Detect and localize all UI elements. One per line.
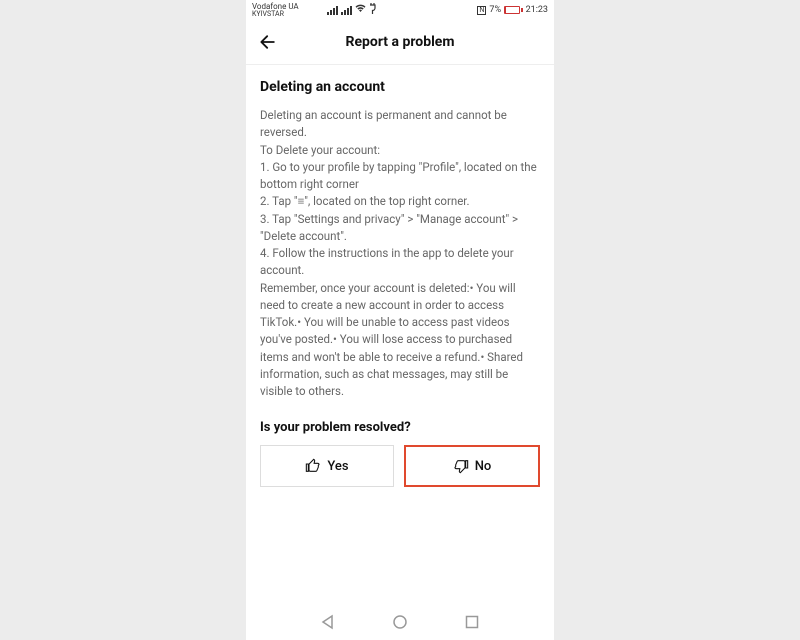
signal-icon-2 (341, 6, 352, 15)
thumbs-down-icon (453, 458, 469, 474)
resolved-question: Is your problem resolved? (260, 420, 540, 435)
page-title: Report a problem (256, 34, 544, 50)
status-carriers: Vodafone UA KYIVSTAR (252, 3, 299, 18)
carrier-2: KYIVSTAR (252, 11, 299, 18)
wifi-icon (355, 4, 366, 16)
phone-frame: Vodafone UA KYIVSTAR N 7% 21:23 (246, 0, 554, 640)
nav-back-icon[interactable] (320, 614, 336, 630)
yes-button-label: Yes (327, 459, 348, 474)
nfc-icon: N (477, 6, 486, 15)
nav-home-icon[interactable] (392, 614, 408, 630)
status-right: N 7% 21:23 (477, 5, 548, 15)
nav-recent-icon[interactable] (464, 614, 480, 630)
content-area: Deleting an account Deleting an account … (246, 65, 554, 604)
no-button-label: No (475, 459, 492, 474)
thumbs-up-icon (305, 458, 321, 474)
help-article-body: Deleting an account is permanent and can… (260, 107, 540, 400)
no-button[interactable]: No (404, 445, 540, 487)
app-header: Report a problem (246, 20, 554, 65)
battery-plug-icon (369, 3, 376, 17)
status-indicators (327, 3, 478, 17)
clock: 21:23 (526, 5, 548, 15)
status-bar: Vodafone UA KYIVSTAR N 7% 21:23 (246, 0, 554, 20)
button-row: Yes No (260, 445, 540, 487)
signal-icon (327, 6, 338, 15)
section-title: Deleting an account (260, 79, 540, 95)
battery-icon (504, 6, 523, 14)
android-nav-bar (246, 604, 554, 640)
yes-button[interactable]: Yes (260, 445, 394, 487)
battery-percent: 7% (489, 5, 501, 15)
